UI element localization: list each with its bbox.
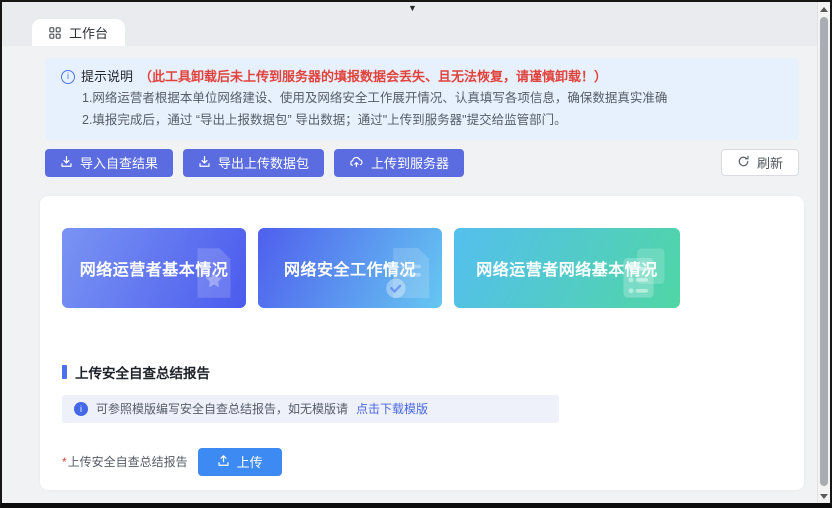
template-tip-text: 可参照模版编写安全自查总结报告，如无模版请	[96, 400, 348, 417]
scroll-down-arrow-icon[interactable]	[820, 494, 828, 499]
cloud-upload-icon	[349, 155, 364, 171]
download-icon	[60, 155, 73, 171]
upload-report-button[interactable]: 上传	[198, 448, 282, 476]
entry-cards: 网络运营者基本情况 网络安全工作情况	[62, 228, 782, 308]
vertical-scrollbar[interactable]	[817, 2, 830, 503]
template-tip-bar: i 可参照模版编写安全自查总结报告，如无模版请点击下载模版	[62, 395, 559, 423]
notice-warning-text: （此工具卸载后未上传到服务器的填报数据会丢失、且无法恢复，请谨慎卸载！）	[139, 67, 607, 87]
info-filled-icon: i	[74, 402, 88, 416]
tab-workbench-label: 工作台	[69, 23, 108, 42]
notice-header: i 提示说明 （此工具卸载后未上传到服务器的填报数据会丢失、且无法恢复，请谨慎卸…	[61, 67, 783, 87]
card-operator-network-basic[interactable]: 网络运营者网络基本情况	[454, 228, 680, 308]
notice-instruction-1: 1.网络运营者根据本单位网络建设、使用及网络安全工作展开情况、认真填写各项信息，…	[61, 89, 783, 108]
grid-icon	[49, 27, 61, 39]
import-self-check-button[interactable]: 导入自查结果	[45, 149, 173, 177]
upload-report-label: 上传	[237, 452, 263, 471]
export-package-button[interactable]: 导出上传数据包	[183, 149, 324, 177]
main-content: i 提示说明 （此工具卸载后未上传到服务器的填报数据会丢失、且无法恢复，请谨慎卸…	[2, 58, 830, 508]
upload-report-field-label: 上传安全自查总结报告	[68, 453, 188, 470]
card-security-work[interactable]: 网络安全工作情况	[258, 228, 442, 308]
refresh-icon	[737, 155, 750, 171]
report-section-title: 上传安全自查总结报告	[75, 362, 210, 382]
upload-to-server-label: 上传到服务器	[371, 153, 449, 172]
collapse-caret-icon[interactable]: ▼	[408, 3, 417, 13]
tab-bar: 工作台	[2, 18, 830, 46]
refresh-button[interactable]: 刷新	[721, 149, 799, 176]
download-template-link[interactable]: 点击下载模版	[356, 400, 428, 417]
section-accent-bar	[62, 365, 67, 379]
export-package-label: 导出上传数据包	[218, 153, 309, 172]
card-label: 网络运营者基本情况	[80, 256, 229, 280]
scrollbar-thumb[interactable]	[820, 17, 828, 486]
report-section-header: 上传安全自查总结报告	[62, 362, 782, 382]
card-label: 网络安全工作情况	[284, 256, 416, 280]
window-top-strip: ▼	[2, 2, 830, 18]
tab-workbench[interactable]: 工作台	[32, 19, 125, 46]
card-label: 网络运营者网络基本情况	[476, 256, 658, 280]
upload-icon	[217, 454, 230, 470]
required-mark: *	[62, 455, 67, 469]
app-window: ▼ 工作台 i 提示说明 （此工具卸载后未上传到服务器的填报数据会丢失、且无法恢…	[0, 0, 832, 508]
card-network-operator-basic[interactable]: 网络运营者基本情况	[62, 228, 246, 308]
notice-box: i 提示说明 （此工具卸载后未上传到服务器的填报数据会丢失、且无法恢复，请谨慎卸…	[45, 58, 799, 140]
upload-report-row: * 上传安全自查总结报告 上传	[62, 448, 782, 476]
upload-to-server-button[interactable]: 上传到服务器	[334, 149, 464, 177]
info-circle-icon: i	[61, 70, 75, 84]
download-icon	[198, 155, 211, 171]
scroll-up-arrow-icon[interactable]	[820, 7, 828, 12]
workbench-panel: 网络运营者基本情况 网络安全工作情况	[40, 196, 804, 490]
notice-title: 提示说明	[81, 67, 133, 87]
import-self-check-label: 导入自查结果	[80, 153, 158, 172]
toolbar: 导入自查结果 导出上传数据包 上传到服务器	[45, 149, 799, 177]
refresh-label: 刷新	[757, 153, 783, 172]
notice-instruction-2: 2.填报完成后，通过 “导出上报数据包” 导出数据；通过"上传到服务器"提交给监…	[61, 111, 783, 130]
